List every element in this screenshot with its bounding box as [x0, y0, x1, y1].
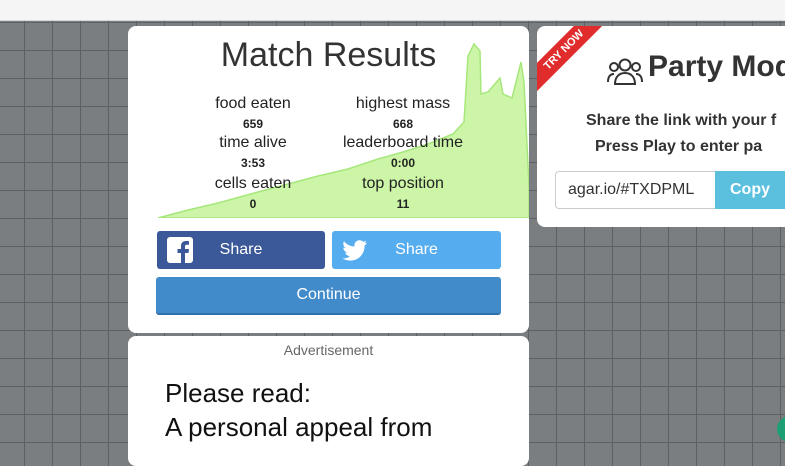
stat-value: 668: [392, 117, 414, 131]
stat-label: leaderboard time: [342, 134, 464, 151]
party-instructions: Share the link with your f Press Play to…: [537, 108, 785, 160]
twitter-share-label: Share: [395, 241, 438, 258]
stat-value: 11: [396, 197, 410, 211]
party-instruction-line: Press Play to enter pa: [595, 138, 763, 155]
ad-line: Please read:: [165, 378, 311, 408]
twitter-share-button[interactable]: Share: [332, 231, 501, 269]
stat-label: top position: [362, 175, 444, 192]
stat-value: 0:00: [390, 156, 416, 170]
page-title: Match Results: [220, 36, 437, 74]
party-instruction-line: Share the link with your f: [586, 112, 777, 129]
stat-leaderboard-time: leaderboard time 0:00: [318, 134, 488, 172]
advertisement-panel: Advertisement Please read: A personal ap…: [128, 336, 529, 466]
ad-line: A personal appeal from: [165, 412, 433, 442]
stat-cells-eaten: cells eaten 0: [168, 175, 338, 213]
continue-button[interactable]: Continue: [156, 277, 501, 315]
stat-label: time alive: [219, 134, 287, 151]
stat-highest-mass: highest mass 668: [318, 95, 488, 133]
advertisement-label: Advertisement: [283, 342, 374, 358]
party-mode-title: Party Mod: [648, 50, 785, 83]
twitter-icon: [342, 240, 367, 261]
stat-label: highest mass: [355, 95, 451, 112]
party-mode-panel: TRY NOW Party Mod Share the link with yo…: [537, 26, 785, 227]
copy-button[interactable]: Copy: [715, 171, 785, 209]
match-results-panel: Match Results food eaten 659 highest mas…: [128, 26, 529, 333]
stat-food-eaten: food eaten 659: [168, 95, 338, 133]
floating-action-button[interactable]: [777, 416, 785, 442]
stat-time-alive: time alive 3:53: [168, 134, 338, 172]
stat-top-position: top position 11: [318, 175, 488, 213]
stat-label: food eaten: [215, 95, 291, 112]
party-users-icon: [607, 58, 643, 85]
browser-top-bar: [0, 0, 785, 21]
facebook-share-button[interactable]: Share: [157, 231, 325, 269]
facebook-share-label: Share: [219, 241, 263, 258]
stat-value: 659: [242, 117, 264, 131]
stat-label: cells eaten: [214, 175, 292, 192]
advertisement-text[interactable]: Please read: A personal appeal from: [165, 376, 432, 444]
stat-value: 0: [249, 197, 257, 211]
party-link-field[interactable]: agar.io/#TXDPML: [555, 171, 715, 209]
facebook-icon: [167, 237, 193, 263]
stat-value: 3:53: [240, 156, 266, 170]
try-now-ribbon: TRY NOW: [537, 26, 610, 96]
